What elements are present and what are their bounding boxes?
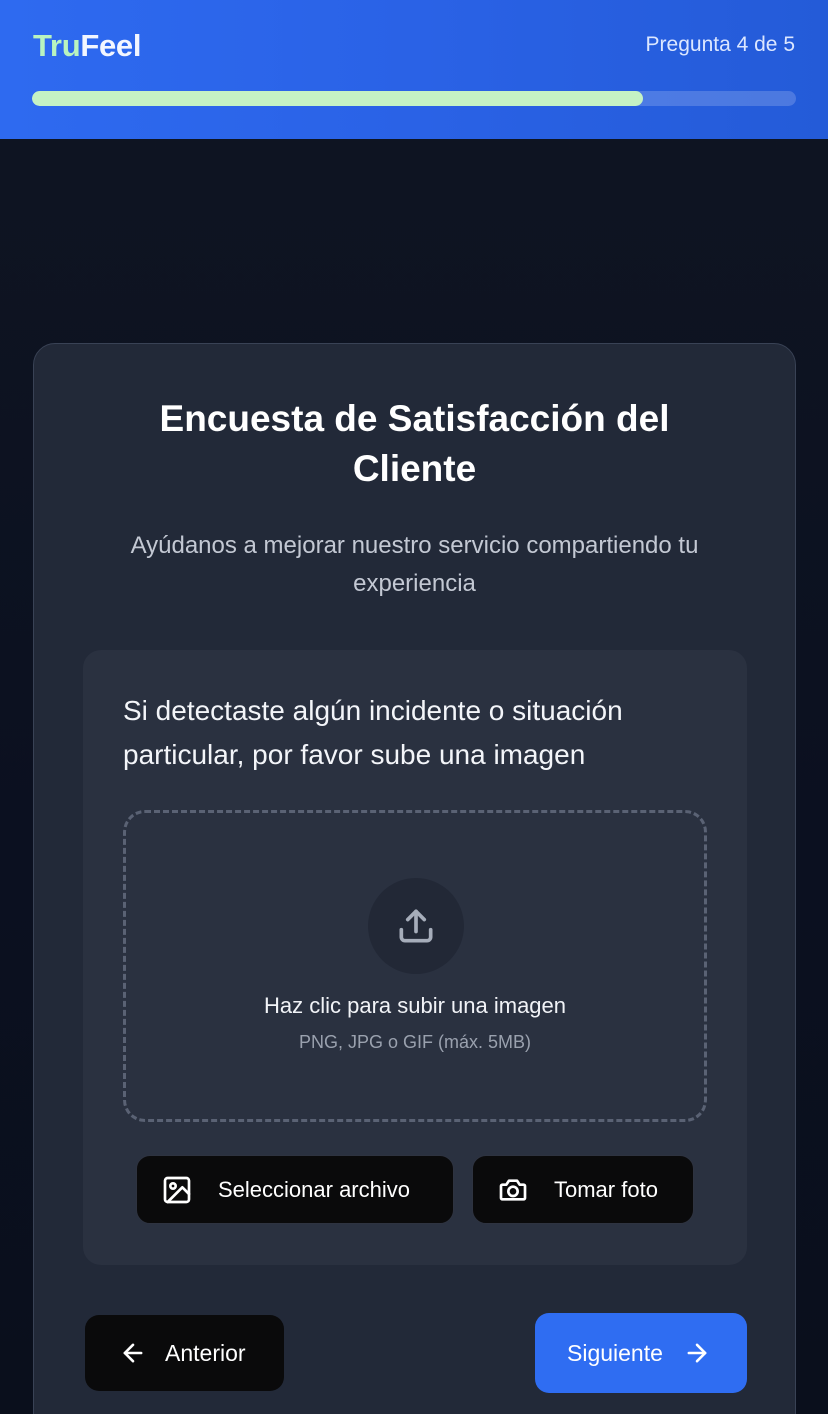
camera-icon	[497, 1174, 529, 1206]
next-label: Siguiente	[567, 1339, 663, 1366]
question-text: Si detectaste algún incidente o situació…	[123, 695, 623, 770]
image-icon	[161, 1174, 193, 1206]
arrow-left-icon	[119, 1339, 147, 1367]
survey-title: Encuesta de Satisfacción del Cliente	[159, 398, 670, 489]
take-photo-button[interactable]: Tomar foto	[472, 1155, 694, 1224]
arrow-right-icon	[683, 1339, 711, 1367]
app-header: TruFeel Pregunta 4 de 5	[0, 0, 828, 139]
progress-bar	[32, 91, 796, 106]
select-file-label: Seleccionar archivo	[218, 1176, 410, 1202]
question-step-counter: Pregunta 4 de 5	[645, 33, 795, 56]
dropzone-hint: PNG, JPG o GIF (máx. 5MB)	[298, 1032, 532, 1052]
take-photo-label: Tomar foto	[554, 1176, 658, 1202]
question-panel: Si detectaste algún incidente o situació…	[83, 650, 747, 1265]
select-file-button[interactable]: Seleccionar archivo	[136, 1155, 454, 1224]
upload-icon	[399, 909, 433, 943]
progress-bar-fill	[32, 91, 644, 106]
app-logo: TruFeel	[33, 28, 141, 64]
next-button[interactable]: Siguiente	[535, 1313, 747, 1393]
upload-icon-circle	[368, 878, 464, 974]
logo-feel: Feel	[80, 28, 142, 63]
previous-button[interactable]: Anterior	[85, 1315, 284, 1391]
dropzone-title: Haz clic para subir una imagen	[263, 993, 567, 1018]
logo-tru: Tru	[33, 28, 81, 63]
image-upload-dropzone[interactable]: Haz clic para subir una imagen PNG, JPG …	[123, 810, 707, 1122]
survey-subtitle: Ayúdanos a mejorar nuestro servicio comp…	[130, 532, 699, 597]
previous-label: Anterior	[165, 1339, 246, 1366]
survey-card: Encuesta de Satisfacción del Cliente Ayú…	[33, 343, 796, 1414]
